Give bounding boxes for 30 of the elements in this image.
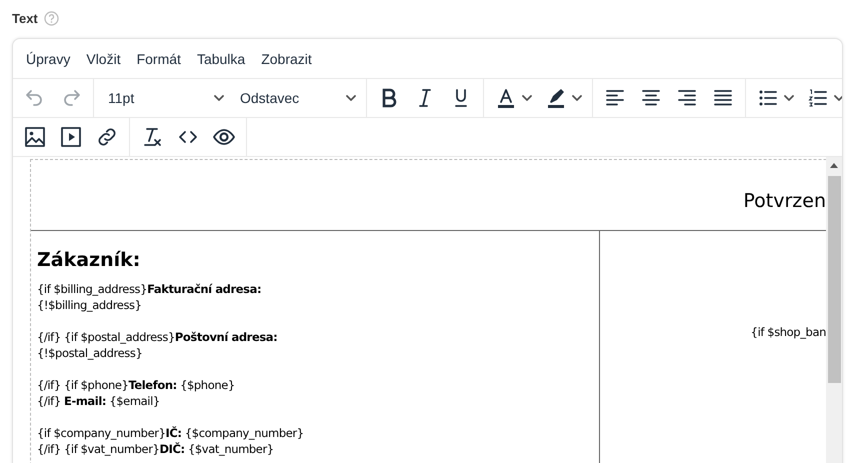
menu-item[interactable]: Úpravy — [18, 46, 78, 70]
scrollbar-thumb[interactable] — [828, 176, 840, 383]
menu-item[interactable]: Tabulka — [188, 46, 254, 70]
menu-item[interactable]: Formát — [128, 46, 189, 70]
template-text: {!$billing_address} — [37, 297, 142, 313]
play-icon — [59, 125, 83, 149]
template-text: {if $billing_address}Fakturační adresa: — [37, 281, 262, 297]
menu-item[interactable]: Zobrazit — [253, 46, 320, 70]
field-label: Text — [12, 10, 38, 26]
caret-icon — [346, 95, 356, 101]
template-text: {if $shop_ban — [750, 325, 826, 339]
caret-icon — [522, 95, 532, 101]
caret-icon — [834, 95, 842, 101]
dropdown-select[interactable]: 11pt — [98, 83, 230, 113]
section-heading: Zákazník: — [37, 249, 142, 271]
template-text: {/if} {if $postal_address}Poštovní adresa: — [37, 329, 278, 345]
caret-icon — [572, 95, 582, 101]
caret-icon — [784, 95, 794, 101]
template-text: {if $company_number}IČ: {$company_number} — [37, 425, 304, 441]
image-icon — [23, 125, 47, 149]
template-text: {/if} {if $vat_number}DIČ: {$vat_number} — [37, 441, 274, 457]
dropdown-select[interactable]: Odstavec — [230, 83, 362, 113]
template-text: {!$postal_address} — [37, 345, 142, 361]
scrollbar[interactable] — [826, 157, 842, 463]
menu-item[interactable]: Vložit — [78, 46, 129, 70]
scroll-up-icon[interactable] — [830, 163, 838, 168]
template-text: {/if} E-mail: {$email} — [37, 393, 160, 409]
document-title: Potvrzen — [743, 190, 826, 214]
caret-icon — [214, 95, 224, 101]
template-text: {/if} {if $phone}Telefon: {$phone} — [37, 377, 235, 393]
